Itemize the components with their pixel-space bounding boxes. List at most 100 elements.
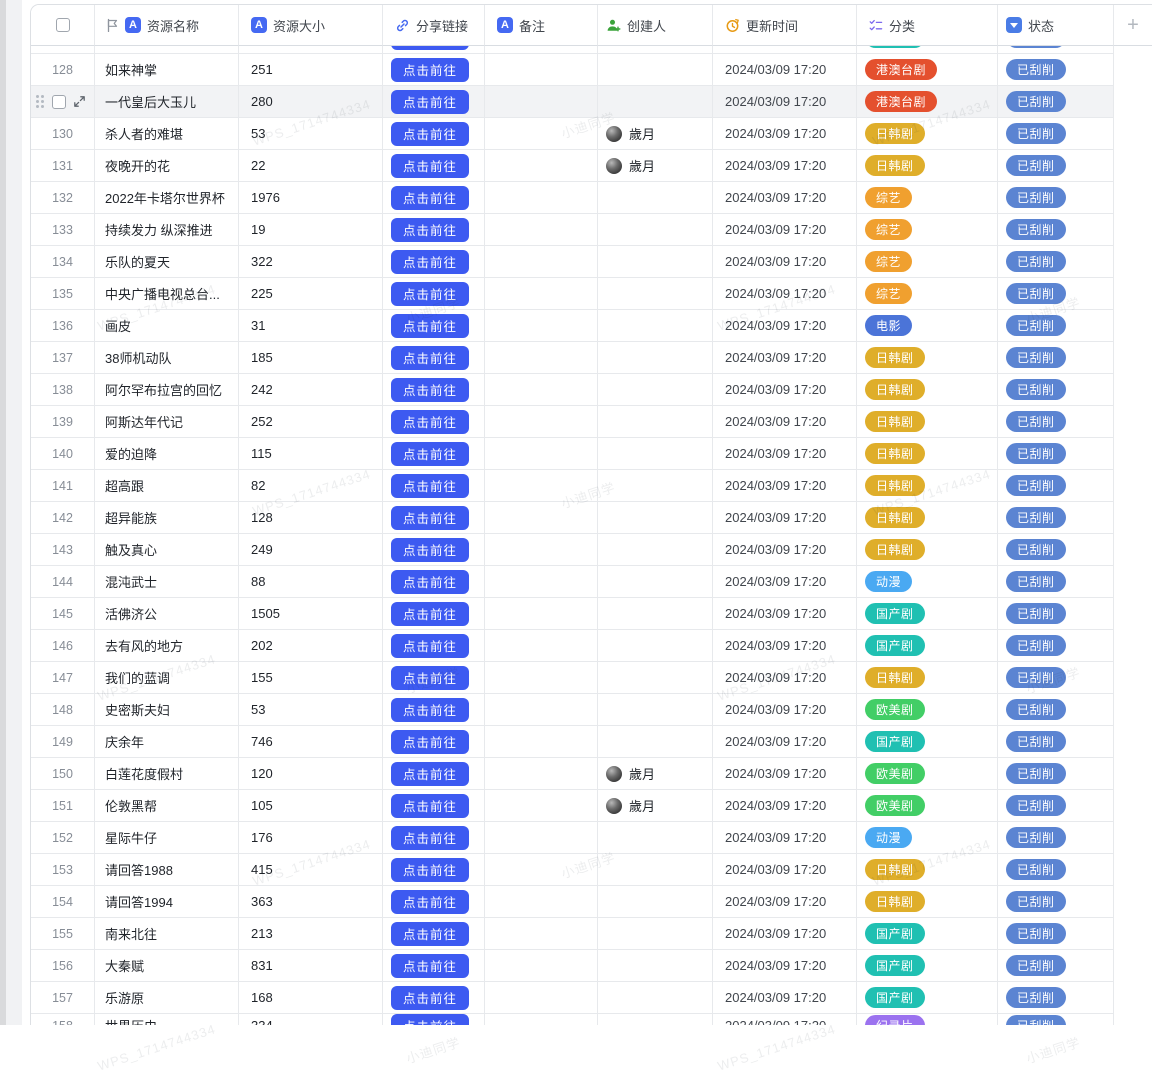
share-link-cell[interactable]: 点击前往: [383, 758, 485, 790]
note-cell[interactable]: [485, 822, 598, 854]
resource-name-cell[interactable]: 伦敦黑帮: [95, 790, 239, 822]
resource-size-cell[interactable]: 120: [239, 758, 383, 790]
resource-size-cell[interactable]: 22: [239, 150, 383, 182]
resource-size-cell[interactable]: 242: [239, 374, 383, 406]
category-cell[interactable]: 日韩剧: [857, 342, 998, 374]
share-link-cell[interactable]: 点击前往: [383, 598, 485, 630]
go-to-link-button[interactable]: 点击前往: [391, 538, 469, 562]
status-cell[interactable]: 已刮削: [998, 310, 1114, 342]
creator-cell[interactable]: [598, 854, 713, 886]
resource-size-cell[interactable]: 128: [239, 502, 383, 534]
resource-size-cell[interactable]: 82: [239, 470, 383, 502]
creator-cell[interactable]: [598, 534, 713, 566]
updated-time-cell[interactable]: 2024/03/09 17:20: [713, 278, 857, 310]
column-header-share-link[interactable]: 分享链接: [383, 5, 485, 46]
updated-time-cell[interactable]: 2024/03/09 17:20: [713, 534, 857, 566]
share-link-cell[interactable]: 点击前往: [383, 470, 485, 502]
resource-name-cell[interactable]: 爱的迫降: [95, 438, 239, 470]
row-index-cell[interactable]: 142: [31, 502, 95, 534]
column-header-creator[interactable]: 创建人: [598, 5, 713, 46]
share-link-cell[interactable]: 点击前往: [383, 502, 485, 534]
share-link-cell[interactable]: 点击前往: [383, 118, 485, 150]
note-cell[interactable]: [485, 566, 598, 598]
category-cell[interactable]: 日韩剧: [857, 886, 998, 918]
go-to-link-button[interactable]: 点击前往: [391, 282, 469, 306]
category-cell[interactable]: 纪录片: [857, 1014, 998, 1025]
resource-size-cell[interactable]: 19: [239, 214, 383, 246]
resource-size-cell[interactable]: 746: [239, 726, 383, 758]
updated-time-cell[interactable]: 2024/03/09 17:20: [713, 854, 857, 886]
category-cell[interactable]: 日韩剧: [857, 374, 998, 406]
updated-time-cell[interactable]: 2024/03/09 17:20: [713, 630, 857, 662]
resource-name-cell[interactable]: 画皮: [95, 310, 239, 342]
share-link-cell[interactable]: 点击前往: [383, 822, 485, 854]
go-to-link-button[interactable]: 点击前往: [391, 762, 469, 786]
resource-size-cell[interactable]: [239, 46, 383, 54]
go-to-link-button[interactable]: 点击前往: [391, 46, 469, 50]
share-link-cell[interactable]: 点击前往: [383, 438, 485, 470]
creator-cell[interactable]: [598, 950, 713, 982]
status-cell[interactable]: 已刮削: [998, 278, 1114, 310]
category-cell[interactable]: 日韩剧: [857, 406, 998, 438]
note-cell[interactable]: [485, 342, 598, 374]
note-cell[interactable]: [485, 54, 598, 86]
resource-size-cell[interactable]: 176: [239, 822, 383, 854]
status-cell[interactable]: 已刮削: [998, 950, 1114, 982]
status-cell[interactable]: 已刮削: [998, 630, 1114, 662]
row-index-cell[interactable]: 156: [31, 950, 95, 982]
creator-cell[interactable]: [598, 598, 713, 630]
updated-time-cell[interactable]: 2024/03/09 17:20: [713, 886, 857, 918]
resource-name-cell[interactable]: 南来北往: [95, 918, 239, 950]
creator-cell[interactable]: [598, 694, 713, 726]
resource-name-cell[interactable]: 请回答1994: [95, 886, 239, 918]
status-cell[interactable]: 已刮削: [998, 694, 1114, 726]
share-link-cell[interactable]: 点击前往: [383, 278, 485, 310]
go-to-link-button[interactable]: 点击前往: [391, 474, 469, 498]
resource-size-cell[interactable]: 363: [239, 886, 383, 918]
updated-time-cell[interactable]: 2024/03/09 17:20: [713, 406, 857, 438]
status-cell[interactable]: 已刮削: [998, 566, 1114, 598]
updated-time-cell[interactable]: 2024/03/09 17:20: [713, 342, 857, 374]
updated-time-cell[interactable]: 2024/03/09 17:20: [713, 310, 857, 342]
creator-cell[interactable]: [598, 278, 713, 310]
share-link-cell[interactable]: 点击前往: [383, 182, 485, 214]
resource-size-cell[interactable]: 53: [239, 694, 383, 726]
status-cell[interactable]: 已刮削: [998, 1014, 1114, 1025]
share-link-cell[interactable]: 点击前往: [383, 46, 485, 54]
updated-time-cell[interactable]: 2024/03/09 17:20: [713, 822, 857, 854]
row-index-cell[interactable]: 130: [31, 118, 95, 150]
category-cell[interactable]: 日韩剧: [857, 470, 998, 502]
note-cell[interactable]: [485, 214, 598, 246]
resource-name-cell[interactable]: 星际牛仔: [95, 822, 239, 854]
go-to-link-button[interactable]: 点击前往: [391, 1014, 469, 1025]
row-index-cell[interactable]: [31, 86, 95, 118]
go-to-link-button[interactable]: 点击前往: [391, 250, 469, 274]
row-index-cell[interactable]: 149: [31, 726, 95, 758]
category-cell[interactable]: 国产剧: [857, 726, 998, 758]
row-index-cell[interactable]: 143: [31, 534, 95, 566]
resource-size-cell[interactable]: 280: [239, 86, 383, 118]
row-index-cell[interactable]: 147: [31, 662, 95, 694]
row-index-cell[interactable]: 133: [31, 214, 95, 246]
go-to-link-button[interactable]: 点击前往: [391, 346, 469, 370]
resource-name-cell[interactable]: 阿尔罕布拉宫的回忆: [95, 374, 239, 406]
creator-cell[interactable]: 歲月: [598, 118, 713, 150]
status-cell[interactable]: 已刮削: [998, 982, 1114, 1014]
go-to-link-button[interactable]: 点击前往: [391, 506, 469, 530]
category-cell[interactable]: 欧美剧: [857, 694, 998, 726]
updated-time-cell[interactable]: 2024/03/09 17:20: [713, 214, 857, 246]
status-cell[interactable]: 已刮削: [998, 854, 1114, 886]
resource-name-cell[interactable]: 中央广播电视总台...: [95, 278, 239, 310]
row-index-cell[interactable]: 150: [31, 758, 95, 790]
note-cell[interactable]: [485, 150, 598, 182]
resource-name-cell[interactable]: 活佛济公: [95, 598, 239, 630]
creator-cell[interactable]: [598, 630, 713, 662]
status-cell[interactable]: 已刮削: [998, 150, 1114, 182]
creator-cell[interactable]: [598, 406, 713, 438]
updated-time-cell[interactable]: 2024/03/09 17:20: [713, 182, 857, 214]
updated-time-cell[interactable]: 2024/03/09 17:20: [713, 374, 857, 406]
row-index-cell[interactable]: 138: [31, 374, 95, 406]
row-index-cell[interactable]: 146: [31, 630, 95, 662]
share-link-cell[interactable]: 点击前往: [383, 534, 485, 566]
creator-cell[interactable]: [598, 54, 713, 86]
